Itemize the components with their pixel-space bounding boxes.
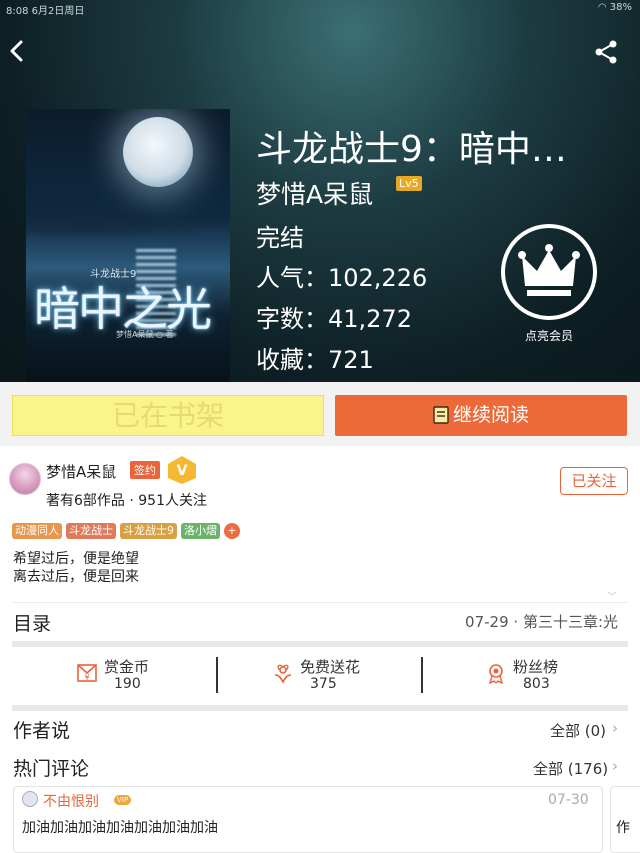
description-line: 希望过后，便是绝望 [13,551,139,567]
comment-date: 07-30 [548,792,589,808]
verified-v-icon: V [168,456,196,484]
tag-item[interactable]: 动漫同人 [12,523,62,539]
back-arrow-icon[interactable] [6,38,28,64]
stat-label: 粉丝榜 [513,658,559,676]
commenter-avatar[interactable] [22,791,38,807]
stat-label: 免费送花 [300,658,361,676]
chevron-right-icon: › [610,611,616,629]
comment-text: 加油加油加油加油加油加油加油 [22,820,218,836]
fan-ranking[interactable]: 粉丝榜 803 [485,656,585,696]
stat-value: 190 [114,676,141,692]
continue-reading-button[interactable]: 继续阅读 [335,395,627,436]
share-icon[interactable] [594,40,618,64]
book-word-count: 字数：41,272 [256,305,412,333]
cover-author: 梦惜A呆鼠 ○ 著 [116,330,174,339]
on-shelf-button[interactable]: 已在书架 [12,395,324,436]
section-band [12,705,628,711]
book-favorites: 收藏：721 [256,346,374,374]
stat-value: 375 [310,676,337,692]
cover-moon [123,117,193,187]
status-date: 6月2日周日 [31,6,85,17]
battery-level: 38% [609,2,632,13]
status-bar: 8:08 6月2日周日 ◠ 38% [0,0,640,17]
book-description: 希望过后，便是绝望 离去过后，便是回来 [13,550,139,586]
svg-text:¥: ¥ [84,673,89,682]
chevron-right-icon: › [612,719,618,737]
hot-comments-title: 热门评论 [13,758,90,780]
tag-list: 动漫同人 斗龙战士 斗龙战士9 洛小熠 + [12,523,240,539]
book-header: 8:08 6月2日周日 ◠ 38% 斗龙战士9 暗中之光 梦惜A呆鼠 ○ 著 斗… [0,0,640,382]
stat-separator [216,657,218,693]
stat-value: 803 [523,676,550,692]
toc-latest-chapter[interactable]: 07-29 · 第三十三章:光 [465,611,618,632]
expand-chevron-icon[interactable]: ﹀ [607,588,617,603]
commenter-name[interactable]: 不由恨别 [43,791,99,811]
book-title: 斗龙战士9：暗中… [256,129,567,170]
author-name[interactable]: 梦惜A呆鼠 [46,461,116,482]
reward-coins[interactable]: ¥ 赏金币 190 [76,656,176,696]
description-line: 离去过后，便是回来 [13,569,139,585]
free-flowers[interactable]: 免费送花 375 [272,656,372,696]
continue-reading-label: 继续阅读 [452,404,529,426]
author-says-all-link[interactable]: 全部 (0) [550,720,606,741]
status-time: 8:08 [6,6,29,17]
svg-text:V: V [177,463,188,479]
cover-clouds [26,209,230,239]
wifi-icon: ◠ [597,2,607,13]
author-info: 著有6部作品 · 951人关注 [46,493,207,509]
tag-item[interactable]: 斗龙战士 [66,523,116,539]
crown-icon [518,244,580,296]
vip-member-button[interactable] [501,224,597,320]
hot-comments-all-link[interactable]: 全部 (176) [533,758,608,779]
ribbon-medal-icon [488,664,504,684]
coin-envelope-icon: ¥ [77,664,97,682]
signed-badge: 签约 [130,461,160,479]
follow-button[interactable]: 已关注 [560,467,628,495]
section-band [12,641,628,647]
vip-badge: VIP [114,795,132,805]
tag-more-button[interactable]: + [224,523,240,539]
next-comment-preview: 作 [616,820,630,836]
author-level-badge: Lv5 [396,176,422,191]
stat-label: 赏金币 [104,658,150,676]
author-says-title: 作者说 [13,720,71,742]
chevron-right-icon: › [612,757,618,775]
book-author[interactable]: 梦惜A呆鼠 [256,175,373,211]
tag-item[interactable]: 洛小熠 [181,523,220,539]
divider [12,602,628,603]
stat-separator [421,657,423,693]
book-status: 完结 [256,224,304,252]
book-popularity: 人气：102,226 [256,264,428,292]
book-cover[interactable]: 斗龙战士9 暗中之光 梦惜A呆鼠 ○ 著 [26,109,230,382]
toc-label[interactable]: 目录 [13,609,51,636]
author-avatar[interactable] [9,463,41,495]
book-icon [433,406,449,424]
flower-icon [274,664,292,684]
vip-label: 点亮会员 [524,329,573,343]
tag-item[interactable]: 斗龙战士9 [120,523,177,539]
